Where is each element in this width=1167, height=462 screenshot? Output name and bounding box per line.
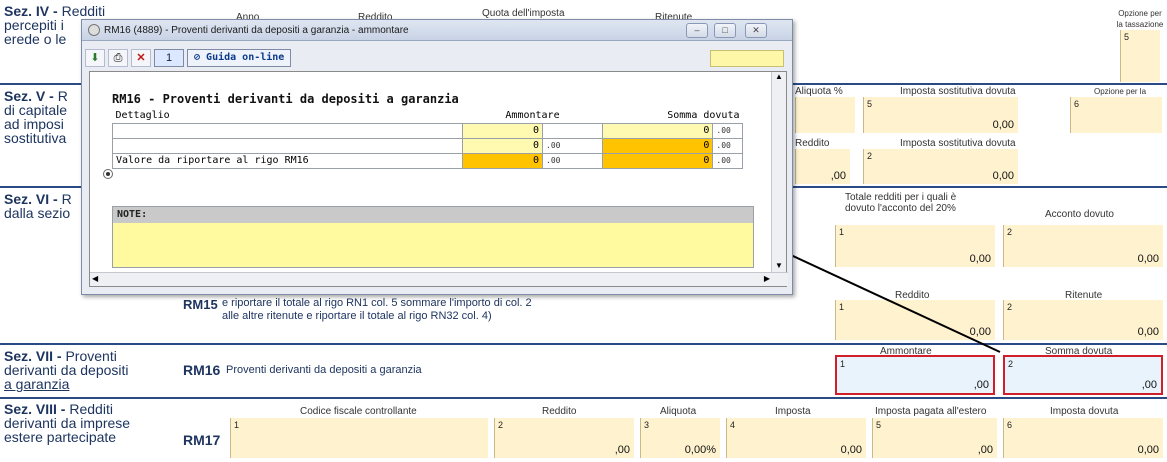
scroll-right-icon[interactable]: ▶ bbox=[764, 274, 770, 283]
ammontare-cents: .00 bbox=[542, 152, 603, 169]
ammontare-cell: 0 bbox=[462, 152, 543, 169]
row-label[interactable] bbox=[112, 122, 463, 139]
row-label[interactable] bbox=[112, 137, 463, 154]
table-row: 0 .00 0 .00 bbox=[112, 137, 743, 154]
scroll-left-icon[interactable]: ◀ bbox=[92, 274, 98, 283]
dialog-heading: RM16 - Proventi derivanti da depositi a … bbox=[112, 92, 459, 106]
ammontare-cents: .00 bbox=[542, 137, 603, 154]
somma-cents: .00 bbox=[712, 137, 743, 154]
notes-field[interactable] bbox=[113, 223, 753, 267]
somma-cell[interactable]: 0 bbox=[601, 122, 714, 139]
app-icon bbox=[88, 24, 100, 36]
detail-table: Dettaglio Ammontare Somma dovuta 0 0 .00… bbox=[112, 108, 743, 169]
maximize-button[interactable]: □ bbox=[714, 23, 736, 38]
somma-cell[interactable]: 0 bbox=[601, 137, 714, 154]
table-row: 0 0 .00 bbox=[112, 122, 743, 139]
notes-label: NOTE: bbox=[113, 207, 753, 223]
row-radio[interactable] bbox=[103, 169, 113, 179]
table-row: Valore da riportare al rigo RM16 0 .00 0… bbox=[112, 152, 743, 169]
dialog-content: RM16 - Proventi derivanti da depositi a … bbox=[89, 71, 788, 287]
horizontal-scrollbar[interactable]: ◀ ▶ bbox=[90, 272, 788, 286]
print-icon[interactable]: ⎙ bbox=[108, 49, 128, 67]
scroll-up-icon[interactable]: ▲ bbox=[772, 72, 786, 84]
notes-box[interactable]: NOTE: bbox=[112, 206, 754, 268]
close-button[interactable]: ✕ bbox=[745, 23, 767, 38]
vertical-scrollbar[interactable]: ▲ ▼ bbox=[771, 72, 786, 273]
somma-cents: .00 bbox=[712, 152, 743, 169]
col-somma: Somma dovuta bbox=[667, 109, 740, 121]
somma-cents: .00 bbox=[712, 122, 743, 139]
save-icon[interactable]: ⬇ bbox=[85, 49, 105, 67]
rm16-dialog[interactable]: RM16 (4889) - Proventi derivanti da depo… bbox=[81, 19, 793, 295]
dialog-toolbar: ⬇ ⎙ ✕ 1 ⊘ Guida on-line bbox=[85, 48, 292, 68]
col-dettaglio: Dettaglio bbox=[115, 109, 170, 121]
dialog-title: RM16 (4889) - Proventi derivanti da depo… bbox=[104, 24, 409, 36]
row-label: Valore da riportare al rigo RM16 bbox=[112, 152, 463, 169]
col-ammontare: Ammontare bbox=[505, 109, 560, 121]
ammontare-cents bbox=[542, 122, 603, 139]
guide-online-button[interactable]: ⊘ Guida on-line bbox=[187, 49, 292, 67]
toolbar-yellow-field[interactable] bbox=[710, 50, 784, 67]
somma-cell: 0 bbox=[601, 152, 714, 169]
ammontare-cell[interactable]: 0 bbox=[462, 137, 543, 154]
delete-icon[interactable]: ✕ bbox=[131, 49, 151, 67]
minimize-button[interactable]: – bbox=[686, 23, 708, 38]
page-number[interactable]: 1 bbox=[154, 49, 184, 67]
ammontare-cell[interactable]: 0 bbox=[462, 122, 543, 139]
